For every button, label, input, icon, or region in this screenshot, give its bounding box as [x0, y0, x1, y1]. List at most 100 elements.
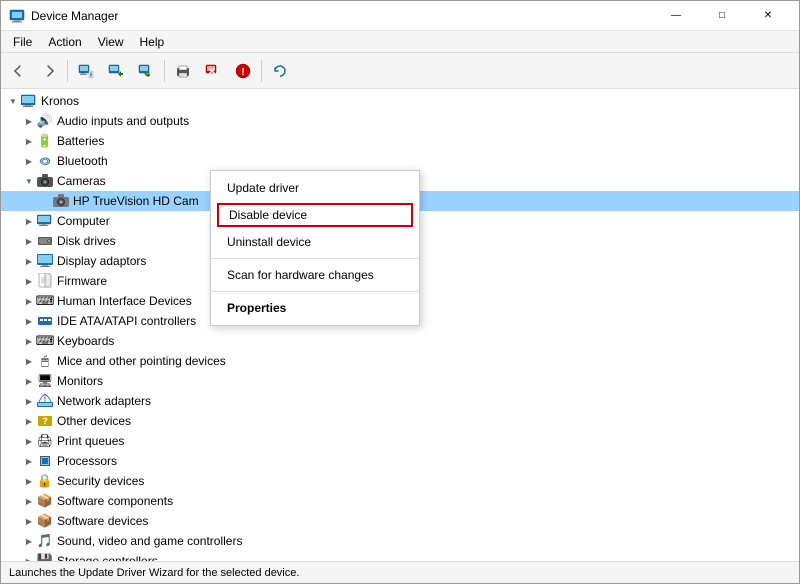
mice-icon: 🖱 — [37, 353, 53, 369]
firmware-icon — [37, 273, 53, 289]
tree-root[interactable]: ▼ Kronos — [1, 91, 799, 111]
ctx-scan-hardware[interactable]: Scan for hardware changes — [211, 262, 419, 288]
close-button[interactable]: ✕ — [745, 1, 791, 31]
ctx-disable-device[interactable]: Disable device — [217, 203, 413, 227]
ctx-update-driver[interactable]: Update driver — [211, 175, 419, 201]
network-label: Network adapters — [57, 394, 151, 408]
sound-icon: 🎵 — [37, 533, 53, 549]
hp-camera-icon — [53, 193, 69, 209]
network-icon — [37, 393, 53, 409]
root-expand-icon[interactable]: ▼ — [5, 93, 21, 109]
bluetooth-label: Bluetooth — [57, 154, 108, 168]
tree-item-audio[interactable]: ▶ 🔊 Audio inputs and outputs — [1, 111, 799, 131]
storage-expand-icon[interactable]: ▶ — [21, 553, 37, 561]
batteries-expand-icon[interactable]: ▶ — [21, 133, 37, 149]
print-button[interactable] — [169, 57, 197, 85]
maximize-button[interactable]: □ — [699, 1, 745, 31]
mice-expand-icon[interactable]: ▶ — [21, 353, 37, 369]
refresh-button[interactable] — [266, 57, 294, 85]
help-button[interactable]: ! — [229, 57, 257, 85]
tree-item-monitors[interactable]: ▶ 🖥 Monitors — [1, 371, 799, 391]
computer-tree-icon — [37, 213, 53, 229]
root-label: Kronos — [41, 94, 79, 108]
disk-icon — [37, 233, 53, 249]
other-icon: ? — [37, 413, 53, 429]
sound-expand-icon[interactable]: ▶ — [21, 533, 37, 549]
ctx-properties[interactable]: Properties — [211, 295, 419, 321]
menu-help[interactable]: Help — [132, 33, 173, 51]
update-driver-button[interactable] — [102, 57, 130, 85]
sw-devices-icon: 📦 — [37, 513, 53, 529]
cameras-expand-icon[interactable]: ▼ — [21, 173, 37, 189]
tree-item-sw-components[interactable]: ▶ 📦 Software components — [1, 491, 799, 511]
ctx-uninstall-device[interactable]: Uninstall device — [211, 229, 419, 255]
monitors-expand-icon[interactable]: ▶ — [21, 373, 37, 389]
network-expand-icon[interactable]: ▶ — [21, 393, 37, 409]
sw-components-icon: 📦 — [37, 493, 53, 509]
show-properties-button[interactable] — [72, 57, 100, 85]
tree-item-security[interactable]: ▶ 🔒 Security devices — [1, 471, 799, 491]
storage-label: Storage controllers — [57, 554, 158, 561]
back-button[interactable] — [5, 57, 33, 85]
context-menu: Update driver Disable device Uninstall d… — [210, 170, 420, 326]
menu-file[interactable]: File — [5, 33, 40, 51]
tree-item-sound[interactable]: ▶ 🎵 Sound, video and game controllers — [1, 531, 799, 551]
other-expand-icon[interactable]: ▶ — [21, 413, 37, 429]
display-label: Display adaptors — [57, 254, 146, 268]
display-expand-icon[interactable]: ▶ — [21, 253, 37, 269]
hid-expand-icon[interactable]: ▶ — [21, 293, 37, 309]
security-expand-icon[interactable]: ▶ — [21, 473, 37, 489]
audio-label: Audio inputs and outputs — [57, 114, 189, 128]
forward-button[interactable] — [35, 57, 63, 85]
sw-devices-label: Software devices — [57, 514, 148, 528]
processors-expand-icon[interactable]: ▶ — [21, 453, 37, 469]
menu-action[interactable]: Action — [40, 33, 89, 51]
cameras-icon — [37, 173, 53, 189]
tree-item-keyboards[interactable]: ▶ ⌨ Keyboards — [1, 331, 799, 351]
cameras-label: Cameras — [57, 174, 106, 188]
svg-text:?: ? — [42, 416, 48, 426]
batteries-label: Batteries — [57, 134, 104, 148]
ide-label: IDE ATA/ATAPI controllers — [57, 314, 196, 328]
sound-label: Sound, video and game controllers — [57, 534, 242, 548]
computer-expand-icon[interactable]: ▶ — [21, 213, 37, 229]
ide-expand-icon[interactable]: ▶ — [21, 313, 37, 329]
audio-expand-icon[interactable]: ▶ — [21, 113, 37, 129]
scan-button[interactable] — [132, 57, 160, 85]
tree-item-bluetooth[interactable]: ▶ ⭖ Bluetooth — [1, 151, 799, 171]
delete-button[interactable] — [199, 57, 227, 85]
app-icon — [9, 8, 25, 24]
tree-item-print[interactable]: ▶ 🖨 Print queues — [1, 431, 799, 451]
sw-devices-expand-icon[interactable]: ▶ — [21, 513, 37, 529]
print-label: Print queues — [57, 434, 124, 448]
tree-item-network[interactable]: ▶ Network adapters — [1, 391, 799, 411]
ctx-separator — [211, 258, 419, 259]
tree-item-processors[interactable]: ▶ Processors — [1, 451, 799, 471]
tree-item-batteries[interactable]: ▶ 🔋 Batteries — [1, 131, 799, 151]
status-bar: Launches the Update Driver Wizard for th… — [1, 561, 799, 583]
firmware-label: Firmware — [57, 274, 107, 288]
menu-bar: File Action View Help — [1, 31, 799, 53]
keyboards-label: Keyboards — [57, 334, 114, 348]
hp-camera-label: HP TrueVision HD Cam — [73, 194, 199, 208]
storage-icon: 💾 — [37, 553, 53, 561]
bluetooth-expand-icon[interactable]: ▶ — [21, 153, 37, 169]
ctx-separator-2 — [211, 291, 419, 292]
sw-components-expand-icon[interactable]: ▶ — [21, 493, 37, 509]
menu-view[interactable]: View — [90, 33, 132, 51]
other-label: Other devices — [57, 414, 131, 428]
svg-text:!: ! — [241, 67, 244, 78]
firmware-expand-icon[interactable]: ▶ — [21, 273, 37, 289]
sw-components-label: Software components — [57, 494, 173, 508]
keyboards-expand-icon[interactable]: ▶ — [21, 333, 37, 349]
disk-expand-icon[interactable]: ▶ — [21, 233, 37, 249]
tree-item-other[interactable]: ▶ ? Other devices — [1, 411, 799, 431]
print-expand-icon[interactable]: ▶ — [21, 433, 37, 449]
tree-item-sw-devices[interactable]: ▶ 📦 Software devices — [1, 511, 799, 531]
tree-item-mice[interactable]: ▶ 🖱 Mice and other pointing devices — [1, 351, 799, 371]
title-bar-text: Device Manager — [31, 9, 653, 23]
security-label: Security devices — [57, 474, 144, 488]
minimize-button[interactable]: — — [653, 1, 699, 31]
tree-item-storage[interactable]: ▶ 💾 Storage controllers — [1, 551, 799, 561]
computer-icon — [21, 93, 37, 109]
